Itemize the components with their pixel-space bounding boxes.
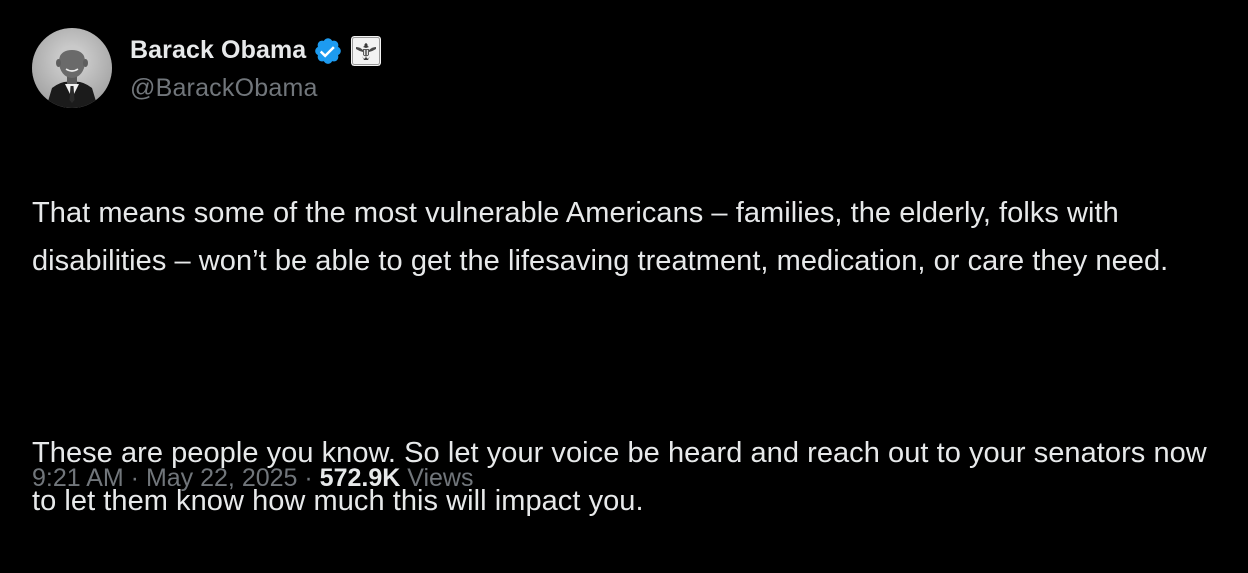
author-identity: Barack Obama @BarackObama xyxy=(130,34,382,103)
tweet-text: That means some of the most vulnerable A… xyxy=(32,141,1212,573)
author-handle[interactable]: @BarackObama xyxy=(130,74,381,103)
views-count[interactable]: 572.9K xyxy=(320,464,401,493)
tweet-header: Barack Obama @BarackObama xyxy=(32,27,382,109)
name-row: Barack Obama xyxy=(130,34,382,68)
avatar[interactable] xyxy=(32,28,112,108)
tweet-card: Barack Obama @BarackObama That means som… xyxy=(0,0,1248,530)
tweet-meta: 9:21 AM · May 22, 2025 · 572.9K Views xyxy=(32,464,473,493)
author-display-name[interactable]: Barack Obama xyxy=(130,36,306,65)
views-label: Views xyxy=(400,464,474,492)
verified-badge-icon[interactable] xyxy=(313,36,343,66)
meta-separator: · xyxy=(297,464,320,492)
us-government-seal-icon[interactable] xyxy=(351,35,382,66)
avatar-photo xyxy=(32,28,112,108)
post-time[interactable]: 9:21 AM xyxy=(32,464,124,493)
meta-separator: · xyxy=(123,464,146,492)
post-date[interactable]: May 22, 2025 xyxy=(146,464,298,493)
tweet-paragraph: That means some of the most vulnerable A… xyxy=(32,197,1169,277)
